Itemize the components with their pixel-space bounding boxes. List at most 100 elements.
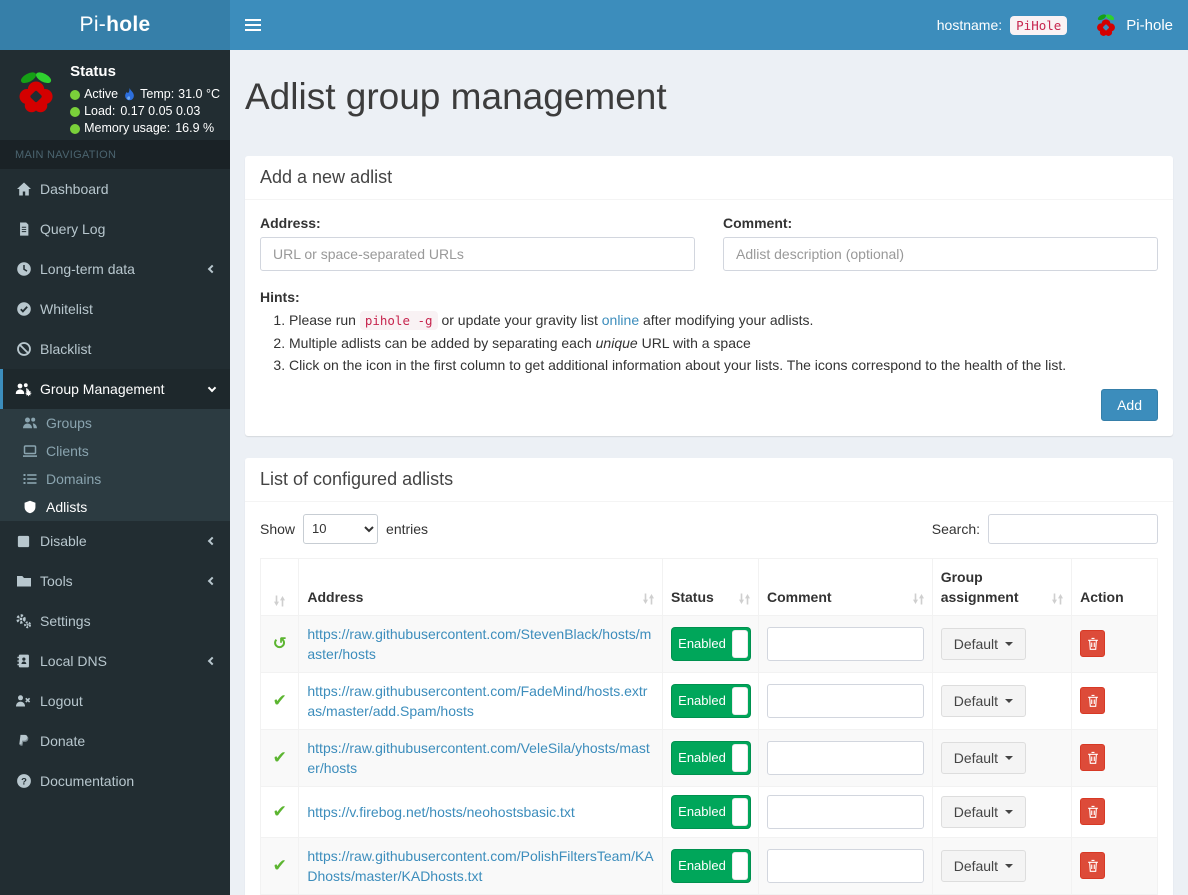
check-icon[interactable]: ✔ — [273, 749, 287, 766]
sidebar-item-label: Documentation — [40, 773, 135, 789]
sidebar-item-group-management[interactable]: Group Management — [0, 369, 230, 409]
check-icon[interactable]: ✔ — [273, 803, 287, 820]
online-link[interactable]: online — [602, 312, 639, 328]
sidebar: Status Active Temp: 31.0 °C Load: 0.17 0… — [0, 50, 230, 895]
sidebar-item-query-log[interactable]: Query Log — [0, 209, 230, 249]
sidebar-item-tools[interactable]: Tools — [0, 561, 230, 601]
delete-adlist-button[interactable] — [1080, 687, 1106, 715]
adlist-url-link[interactable]: https://raw.githubusercontent.com/FadeMi… — [307, 683, 647, 719]
brand-suffix: hole — [106, 13, 151, 36]
caret-down-icon — [1005, 698, 1014, 703]
delete-adlist-button[interactable] — [1080, 630, 1106, 658]
sidebar-item-blacklist[interactable]: Blacklist — [0, 329, 230, 369]
column-header-group-assignment[interactable]: Group assignment — [931, 557, 1073, 616]
status-toggle[interactable]: Enabled — [671, 683, 752, 718]
adlist-url-link[interactable]: https://raw.githubusercontent.com/Steven… — [307, 626, 651, 662]
sidebar-item-whitelist[interactable]: Whitelist — [0, 289, 230, 329]
adlist-url-link[interactable]: https://raw.githubusercontent.com/Polish… — [307, 848, 653, 884]
sidebar-item-label: Donate — [40, 733, 86, 749]
group-assignment-dropdown[interactable]: Default — [940, 741, 1027, 774]
list-icon — [21, 471, 38, 487]
hint-item: Multiple adlists can be added by separat… — [289, 333, 1158, 353]
comment-input[interactable] — [766, 683, 924, 718]
sidebar-item-donate[interactable]: Donate — [0, 721, 230, 761]
svg-text:?: ? — [21, 776, 27, 787]
sidebar-item-logout[interactable]: Logout — [0, 681, 230, 721]
status-toggle[interactable]: Enabled — [671, 626, 752, 661]
sort-icon — [1052, 593, 1064, 605]
sidebar-item-local-dns[interactable]: Local DNS — [0, 641, 230, 681]
shield-icon — [21, 499, 38, 515]
sidebar-item-long-term-data[interactable]: Long-term data — [0, 249, 230, 289]
check-icon[interactable]: ✔ — [273, 857, 287, 874]
caret-down-icon — [1005, 809, 1014, 814]
clock-icon — [15, 261, 32, 277]
status-temp-value: 31.0 °C — [178, 87, 220, 101]
page-size-select[interactable]: 10 — [303, 513, 379, 544]
check-icon[interactable]: ✔ — [273, 692, 287, 709]
delete-adlist-button[interactable] — [1080, 744, 1106, 772]
check-circle-icon — [15, 301, 32, 317]
status-memory-dot — [70, 123, 81, 134]
sidebar-item-label: Clients — [46, 443, 89, 459]
status-toggle[interactable]: Enabled — [671, 794, 752, 829]
sidebar-item-label: Query Log — [40, 221, 106, 237]
status-toggle[interactable]: Enabled — [671, 740, 752, 775]
column-header-comment[interactable]: Comment — [757, 557, 933, 616]
adlist-url-link[interactable]: https://v.firebog.net/hosts/neohostsbasi… — [307, 804, 574, 820]
sidebar-item-disable[interactable]: Disable — [0, 521, 230, 561]
search-label: Search: — [931, 520, 980, 537]
delete-adlist-button[interactable] — [1080, 852, 1106, 880]
chevron-left-icon — [207, 264, 217, 274]
add-button[interactable]: Add — [1101, 388, 1158, 421]
group-management-submenu: Groups Clients Domains Adlists — [0, 409, 230, 521]
search-input[interactable] — [988, 513, 1158, 544]
column-header-health[interactable] — [259, 557, 300, 616]
sidebar-item-domains[interactable]: Domains — [0, 465, 230, 493]
column-header-status[interactable]: Status — [662, 557, 759, 616]
trash-icon — [1087, 751, 1098, 764]
pihole-home-link[interactable]: Pi-hole — [1093, 12, 1173, 38]
comment-input[interactable] — [766, 626, 924, 661]
sidebar-item-adlists[interactable]: Adlists — [0, 493, 230, 521]
hints-block: Hints: Please run pihole -g or update yo… — [260, 289, 1158, 375]
nav-section-header: MAIN NAVIGATION — [0, 140, 230, 169]
sidebar-item-label: Adlists — [46, 499, 88, 515]
comment-input[interactable] — [766, 740, 924, 775]
comment-input[interactable] — [766, 794, 924, 829]
sidebar-item-label: Groups — [46, 415, 92, 431]
history-icon[interactable]: ↺ — [273, 635, 287, 652]
sidebar-item-documentation[interactable]: ? Documentation — [0, 761, 230, 801]
sidebar-item-dashboard[interactable]: Dashboard — [0, 169, 230, 209]
question-circle-icon: ? — [15, 773, 32, 789]
column-header-address[interactable]: Address — [298, 557, 664, 616]
hostname-badge: PiHole — [1010, 15, 1068, 35]
group-assignment-dropdown[interactable]: Default — [940, 627, 1027, 660]
delete-adlist-button[interactable] — [1080, 798, 1106, 826]
table-header-row: Address Status Comment Group assignment … — [259, 557, 1158, 616]
group-assignment-dropdown[interactable]: Default — [940, 849, 1027, 882]
navbar-right: hostname: PiHole Pi-hole — [937, 12, 1188, 38]
status-active-label: Active — [84, 87, 119, 101]
brand-logo[interactable]: Pi-hole — [0, 0, 230, 50]
group-assignment-dropdown[interactable]: Default — [940, 684, 1027, 717]
sidebar-item-groups[interactable]: Groups — [0, 409, 230, 437]
new-comment-input[interactable] — [723, 236, 1158, 271]
sidebar-item-label: Group Management — [40, 381, 165, 397]
group-assignment-dropdown[interactable]: Default — [940, 795, 1027, 828]
sidebar-item-label: Long-term data — [40, 261, 135, 277]
chevron-left-icon — [207, 576, 217, 586]
folder-icon — [15, 573, 32, 589]
toggle-knob — [732, 851, 749, 880]
sidebar-item-clients[interactable]: Clients — [0, 437, 230, 465]
sidebar-item-label: Local DNS — [40, 653, 107, 669]
sidebar-toggle-button[interactable] — [230, 4, 276, 46]
status-memory-label: Memory usage: — [84, 121, 171, 135]
home-icon — [15, 181, 32, 197]
sort-icon — [643, 593, 655, 605]
address-input[interactable] — [260, 236, 695, 271]
sidebar-item-settings[interactable]: Settings — [0, 601, 230, 641]
status-toggle[interactable]: Enabled — [671, 848, 752, 883]
adlist-url-link[interactable]: https://raw.githubusercontent.com/VeleSi… — [307, 740, 649, 776]
comment-input[interactable] — [766, 848, 924, 883]
